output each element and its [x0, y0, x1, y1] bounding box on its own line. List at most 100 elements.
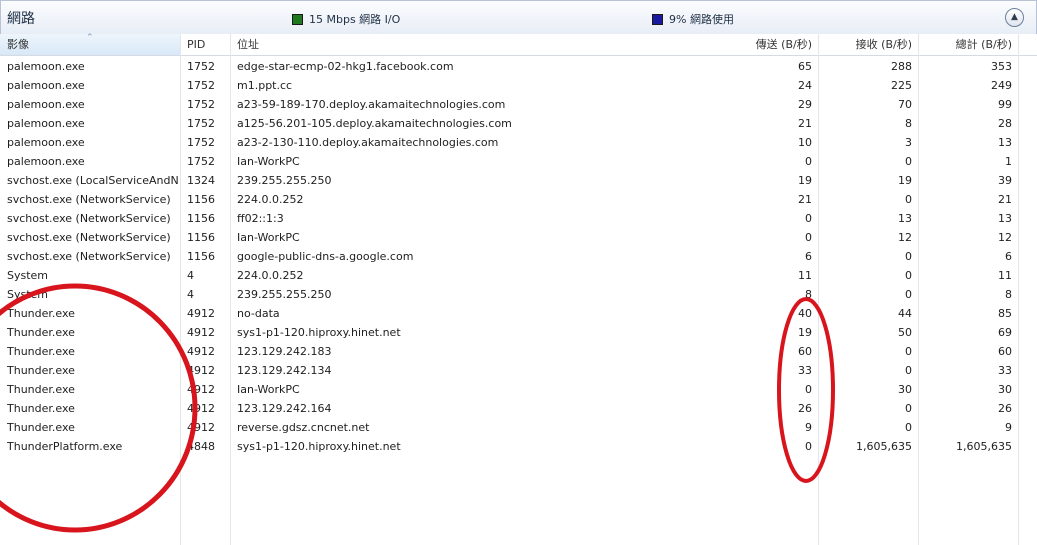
column-header-total[interactable]: 總計 (B/秒) [920, 34, 1012, 55]
cell-address: a23-59-189-170.deploy.akamaitechnologies… [237, 98, 506, 111]
column-header-send[interactable]: 傳送 (B/秒) [716, 34, 812, 55]
network-panel-header[interactable]: 網路 15 Mbps 網路 I/O 9% 網路使用 ▲ [0, 0, 1037, 35]
cell-receive: 0 [905, 250, 912, 263]
cell-pid: 1156 [187, 212, 215, 225]
cell-send: 24 [798, 79, 812, 92]
table-row[interactable]: Thunder.exe 4912 123.129.242.134 33 0 33 [0, 361, 1037, 380]
table-row[interactable]: Thunder.exe 4912 reverse.gdsz.cncnet.net 9 0… [0, 418, 1037, 437]
table-row[interactable]: svchost.exe (NetworkService) 1156 Ian-Work… [0, 228, 1037, 247]
cell-send: 65 [798, 60, 812, 73]
table-row[interactable]: Thunder.exe 4912 sys1-p1-120.hiproxy.hinet… [0, 323, 1037, 342]
cell-image: ThunderPlatform.exe [7, 440, 123, 453]
cell-address: sys1-p1-120.hiproxy.hinet.net [237, 440, 401, 453]
table-row[interactable]: ThunderPlatform.exe 4848 sys1-p1-120.hipro… [0, 437, 1037, 456]
cell-address: 123.129.242.164 [237, 402, 332, 415]
chevron-up-icon[interactable]: ▲ [1005, 8, 1024, 27]
cell-send: 10 [798, 136, 812, 149]
cell-receive: 0 [905, 155, 912, 168]
cell-receive: 12 [898, 231, 912, 244]
cell-pid: 1324 [187, 174, 215, 187]
cell-total: 21 [998, 193, 1012, 206]
cell-total: 39 [998, 174, 1012, 187]
table-row[interactable]: palemoon.exe 1752 a125-56.201-105.deploy.a… [0, 114, 1037, 133]
cell-total: 28 [998, 117, 1012, 130]
cell-address: 239.255.255.250 [237, 174, 332, 187]
table-row[interactable]: System 4 239.255.255.250 8 0 8 [0, 285, 1037, 304]
table-row[interactable]: svchost.exe (NetworkService) 1156 google-p… [0, 247, 1037, 266]
cell-address: Ian-WorkPC [237, 231, 300, 244]
cell-pid: 1752 [187, 60, 215, 73]
cell-pid: 1752 [187, 117, 215, 130]
cell-receive: 0 [905, 345, 912, 358]
cell-address: Ian-WorkPC [237, 383, 300, 396]
cell-send: 33 [798, 364, 812, 377]
cell-total: 13 [998, 212, 1012, 225]
cell-image: svchost.exe (NetworkService) [7, 212, 171, 225]
column-header-image[interactable]: ⌃ 影像 [0, 33, 180, 55]
table-row[interactable]: svchost.exe (LocalServiceAndN... 1324 239.… [0, 171, 1037, 190]
table-row[interactable]: svchost.exe (NetworkService) 1156 ff02::1:… [0, 209, 1037, 228]
table-row[interactable]: System 4 224.0.0.252 11 0 11 [0, 266, 1037, 285]
table-row[interactable]: palemoon.exe 1752 m1.ppt.cc 24 225 249 [0, 76, 1037, 95]
cell-address: 123.129.242.183 [237, 345, 332, 358]
cell-total: 69 [998, 326, 1012, 339]
cell-address: google-public-dns-a.google.com [237, 250, 414, 263]
cell-image: palemoon.exe [7, 136, 85, 149]
column-header-pid[interactable]: PID [187, 34, 227, 55]
cell-address: edge-star-ecmp-02-hkg1.facebook.com [237, 60, 454, 73]
cell-total: 1 [1005, 155, 1012, 168]
cell-image: Thunder.exe [7, 402, 75, 415]
cell-receive: 0 [905, 269, 912, 282]
cell-send: 19 [798, 174, 812, 187]
cell-address: sys1-p1-120.hiproxy.hinet.net [237, 326, 401, 339]
table-row[interactable]: palemoon.exe 1752 a23-59-189-170.deploy.ak… [0, 95, 1037, 114]
cell-image: svchost.exe (NetworkService) [7, 193, 171, 206]
cell-receive: 0 [905, 193, 912, 206]
table-row[interactable]: palemoon.exe 1752 edge-star-ecmp-02-hkg1.f… [0, 57, 1037, 76]
cell-total: 12 [998, 231, 1012, 244]
cell-total: 60 [998, 345, 1012, 358]
cell-image: palemoon.exe [7, 79, 85, 92]
cell-send: 11 [798, 269, 812, 282]
cell-receive: 0 [905, 364, 912, 377]
cell-pid: 1752 [187, 155, 215, 168]
cell-image: svchost.exe (LocalServiceAndN... [7, 174, 179, 187]
cell-total: 26 [998, 402, 1012, 415]
cell-image: svchost.exe (NetworkService) [7, 231, 171, 244]
cell-address: 123.129.242.134 [237, 364, 332, 377]
cell-image: Thunder.exe [7, 307, 75, 320]
cell-pid: 4912 [187, 345, 215, 358]
cell-total: 9 [1005, 421, 1012, 434]
table-row[interactable]: svchost.exe (NetworkService) 1156 224.0.0.… [0, 190, 1037, 209]
cell-total: 8 [1005, 288, 1012, 301]
cell-image: Thunder.exe [7, 364, 75, 377]
cell-pid: 1752 [187, 136, 215, 149]
cell-send: 40 [798, 307, 812, 320]
cell-image: svchost.exe (NetworkService) [7, 250, 171, 263]
usage-color-swatch [652, 13, 663, 25]
table-row[interactable]: Thunder.exe 4912 123.129.242.164 26 0 26 [0, 399, 1037, 418]
table-row[interactable]: palemoon.exe 1752 Ian-WorkPC 0 0 1 [0, 152, 1037, 171]
table-row[interactable]: Thunder.exe 4912 no-data 40 44 85 [0, 304, 1037, 323]
cell-total: 13 [998, 136, 1012, 149]
table-row[interactable]: Thunder.exe 4912 123.129.242.183 60 0 60 [0, 342, 1037, 361]
cell-image: palemoon.exe [7, 117, 85, 130]
cell-image: palemoon.exe [7, 60, 85, 73]
cell-address: m1.ppt.cc [237, 79, 293, 92]
table-row[interactable]: palemoon.exe 1752 a23-2-130-110.deploy.aka… [0, 133, 1037, 152]
table-row[interactable]: Thunder.exe 4912 Ian-WorkPC 0 30 30 [0, 380, 1037, 399]
cell-send: 0 [805, 231, 812, 244]
cell-address: reverse.gdsz.cncnet.net [237, 421, 370, 434]
column-header-address[interactable]: 位址 [237, 34, 537, 55]
network-connections-table: palemoon.exe 1752 edge-star-ecmp-02-hkg1.f… [0, 57, 1037, 456]
cell-receive: 8 [905, 117, 912, 130]
sort-ascending-icon: ⌃ [86, 33, 94, 43]
column-header-receive[interactable]: 接收 (B/秒) [820, 34, 912, 55]
cell-address: 224.0.0.252 [237, 193, 304, 206]
cell-send: 9 [805, 421, 812, 434]
cell-image: Thunder.exe [7, 421, 75, 434]
cell-pid: 4912 [187, 364, 215, 377]
cell-receive: 70 [898, 98, 912, 111]
cell-total: 11 [998, 269, 1012, 282]
cell-pid: 4 [187, 288, 194, 301]
